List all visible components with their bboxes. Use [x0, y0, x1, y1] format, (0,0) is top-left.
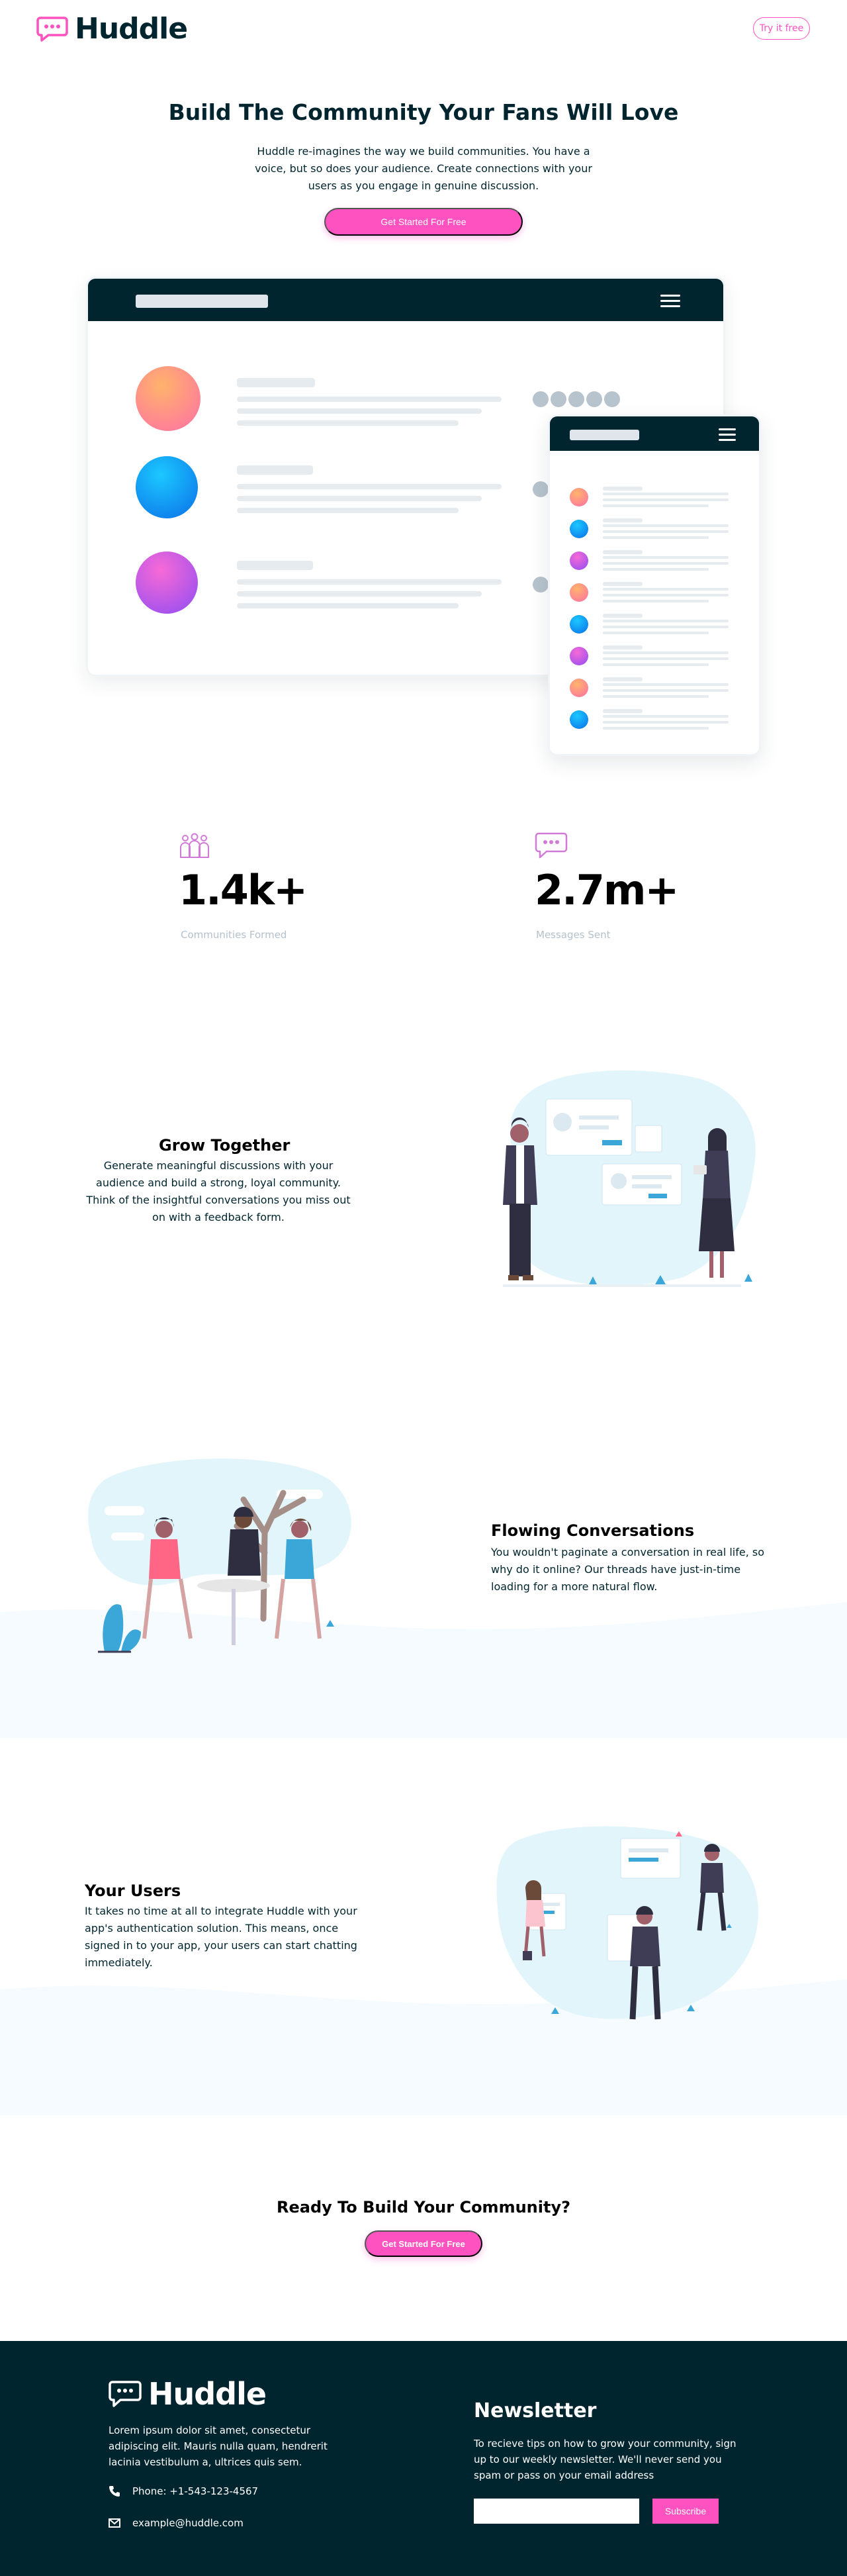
mockup-text-line	[603, 626, 729, 628]
mockup-text-line	[603, 695, 709, 698]
mockup-address-bar	[136, 295, 268, 308]
mockup-avatar	[570, 710, 588, 729]
mockup-address-bar	[570, 430, 639, 440]
mockup-text-line	[603, 499, 729, 501]
hero-description: Huddle re-imagines the way we build comm…	[255, 145, 592, 192]
mockup-avatar	[136, 551, 198, 614]
mockup-text-line	[603, 632, 709, 634]
mockup-text-line	[603, 594, 729, 596]
mockup-avatar	[570, 615, 588, 634]
try-it-free-button[interactable]: Try it free	[753, 17, 810, 40]
feature-grow-together-text: Generate meaningful discussions with you…	[86, 1159, 351, 1223]
flowing-conversations-illustration	[88, 1458, 351, 1653]
mockup-text-line	[603, 487, 643, 491]
footer-phone-text: Phone: +1-543-123-4567	[132, 2485, 259, 2497]
mockup-text-line	[603, 689, 729, 692]
mockup-text-line	[603, 600, 709, 602]
brand-name: Huddle	[75, 12, 188, 46]
phone-icon	[109, 2486, 120, 2497]
feature-your-users-text: It takes no time at all to integrate Hud…	[85, 1905, 357, 1969]
mockup-text-line	[603, 709, 643, 713]
get-started-bottom-button[interactable]: Get Started For Free	[365, 2230, 482, 2257]
mockup-text-line	[603, 556, 729, 559]
stat-messages-value: 2.7m+	[535, 866, 679, 914]
site-footer: Huddle Lorem ipsum dolor sit amet, conse…	[0, 2341, 847, 2576]
mockup-text-line	[603, 568, 709, 571]
mockup-text-line	[603, 645, 643, 649]
stat-messages-label: Messages Sent	[536, 929, 611, 941]
mockup-avatar	[570, 551, 588, 570]
mockup-avatar	[570, 647, 588, 665]
ready-title: Ready To Build Your Community?	[276, 2198, 571, 2217]
mockup-avatar	[570, 488, 588, 506]
footer-email: example@huddle.com	[109, 2517, 244, 2529]
brand-logo[interactable]: Huddle	[36, 12, 188, 46]
your-users-illustration	[496, 1826, 758, 2020]
newsletter-email-input[interactable]	[474, 2499, 639, 2524]
footer-brand-name: Huddle	[148, 2376, 267, 2412]
mockup-text-line	[603, 524, 729, 527]
mockup-text-line	[603, 715, 729, 718]
mockup-text-line	[603, 614, 643, 618]
mockup-text-line	[603, 651, 729, 654]
light-band	[0, 1738, 847, 1751]
stat-communities-value: 1.4k+	[179, 866, 308, 914]
mockup-text-line	[603, 493, 729, 495]
mockup-text-line	[603, 721, 729, 724]
chat-bubble-logo-icon	[109, 2381, 142, 2407]
mockup-text-line	[603, 677, 643, 681]
mockup-text-line	[603, 518, 643, 522]
newsletter-text: To recieve tips on how to grow your comm…	[474, 2438, 736, 2481]
footer-email-text[interactable]: example@huddle.com	[132, 2517, 244, 2529]
messages-icon	[535, 832, 568, 859]
mockup-text-line	[603, 620, 729, 622]
feature-grow-together-title: Grow Together	[159, 1136, 290, 1155]
grow-together-illustration	[503, 1070, 756, 1287]
stat-communities-label: Communities Formed	[181, 929, 287, 941]
newsletter-title: Newsletter	[474, 2399, 597, 2422]
feature-flowing-conversations-text: You wouldn't paginate a conversation in …	[491, 1546, 765, 1593]
chat-bubble-logo-icon	[36, 17, 68, 42]
hero-title: Build The Community Your Fans Will Love	[168, 99, 679, 125]
hamburger-menu-icon	[719, 428, 736, 442]
mockup-text-line	[603, 536, 709, 539]
feature-your-users-title: Your Users	[85, 1882, 181, 1900]
mockup-text-line	[603, 588, 729, 591]
mockup-avatar	[136, 456, 198, 518]
feature-flowing-conversations-title: Flowing Conversations	[491, 1521, 695, 1540]
mockup-text-line	[603, 530, 729, 533]
footer-brand-logo[interactable]: Huddle	[109, 2376, 267, 2412]
site-header: Huddle Try it free	[0, 0, 847, 60]
mockup-avatar	[570, 679, 588, 697]
mockup-avatar	[570, 583, 588, 602]
communities-icon	[180, 833, 209, 858]
mockup-text-line	[603, 550, 643, 554]
mockup-title-bar	[88, 279, 723, 321]
mockup-avatar	[136, 366, 201, 431]
mockup-title-bar	[550, 416, 759, 451]
mockup-text-line	[603, 582, 643, 586]
mockup-text-line	[603, 657, 729, 660]
footer-about-text: Lorem ipsum dolor sit amet, consectetur …	[109, 2424, 328, 2468]
email-icon	[109, 2518, 120, 2528]
mobile-app-mockup	[548, 414, 761, 756]
hamburger-menu-icon	[660, 295, 680, 308]
subscribe-button[interactable]: Subscribe	[652, 2499, 719, 2524]
mockup-text-line	[603, 683, 729, 686]
get-started-button[interactable]: Get Started For Free	[324, 208, 523, 236]
mockup-avatar	[570, 520, 588, 538]
mockup-text-line	[603, 504, 709, 507]
mockup-text-line	[603, 727, 709, 730]
mockup-text-line	[603, 562, 729, 565]
footer-phone: Phone: +1-543-123-4567	[109, 2485, 258, 2497]
mockup-text-line	[603, 663, 709, 666]
